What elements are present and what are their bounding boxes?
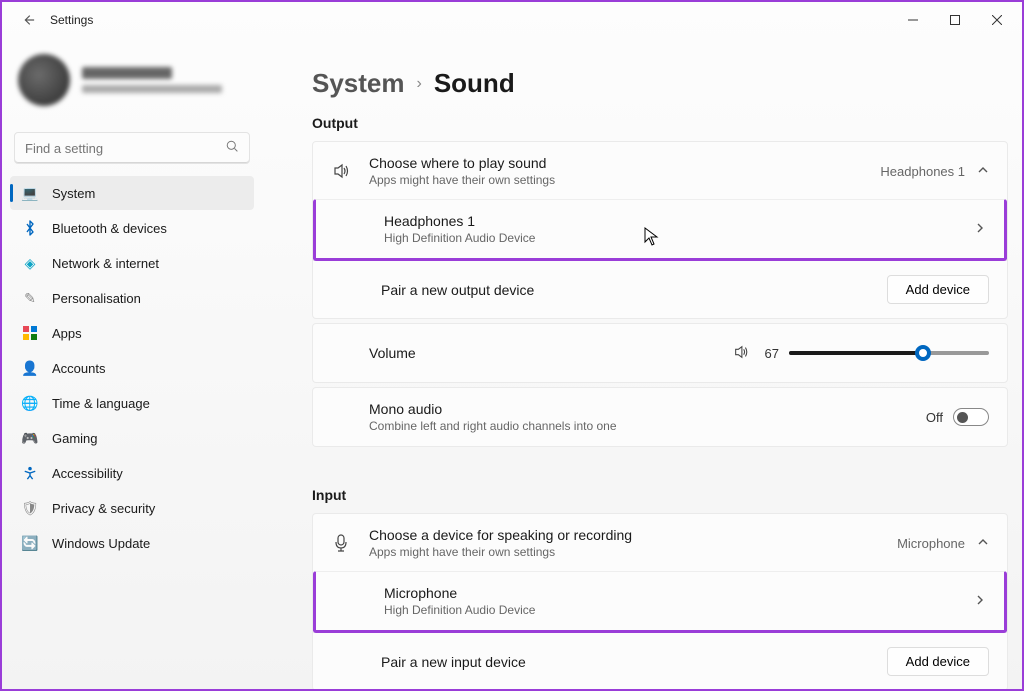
mono-audio-card: Mono audio Combine left and right audio … <box>312 387 1008 447</box>
add-input-device-button[interactable]: Add device <box>887 647 989 676</box>
mono-audio-row[interactable]: Mono audio Combine left and right audio … <box>313 388 1007 446</box>
input-choose-card: Choose a device for speaking or recordin… <box>312 513 1008 689</box>
nav-update[interactable]: 🔄Windows Update <box>10 526 254 560</box>
minimize-button[interactable] <box>892 6 934 34</box>
output-choose-card: Choose where to play sound Apps might ha… <box>312 141 1008 319</box>
output-section-label: Output <box>312 115 1008 131</box>
output-device-row[interactable]: Headphones 1 High Definition Audio Devic… <box>313 199 1007 261</box>
sidebar: 💻System Bluetooth & devices ◈Network & i… <box>2 38 262 689</box>
breadcrumb-parent[interactable]: System <box>312 68 405 99</box>
mono-audio-toggle[interactable] <box>953 408 989 426</box>
update-icon: 🔄 <box>22 535 38 551</box>
speaker-icon <box>331 162 351 180</box>
system-icon: 💻 <box>22 185 38 201</box>
add-output-device-button[interactable]: Add device <box>887 275 989 304</box>
close-button[interactable] <box>976 6 1018 34</box>
nav-bluetooth[interactable]: Bluetooth & devices <box>10 211 254 245</box>
nav-personalisation[interactable]: ✎Personalisation <box>10 281 254 315</box>
chevron-up-icon <box>977 164 989 179</box>
nav-accessibility[interactable]: Accessibility <box>10 456 254 490</box>
nav-privacy[interactable]: 🛡Privacy & security <box>10 491 254 525</box>
person-icon: 👤 <box>22 360 38 376</box>
input-device-row[interactable]: Microphone High Definition Audio Device <box>313 571 1007 633</box>
chevron-up-icon <box>977 536 989 551</box>
brush-icon: ✎ <box>22 290 38 306</box>
output-volume-row: Volume 67 <box>313 324 1007 382</box>
profile-email <box>82 85 222 93</box>
nav-list: 💻System Bluetooth & devices ◈Network & i… <box>10 176 254 560</box>
apps-icon <box>22 325 38 341</box>
chevron-right-icon: › <box>417 75 422 93</box>
bluetooth-icon <box>22 220 38 236</box>
output-choose-row[interactable]: Choose where to play sound Apps might ha… <box>313 142 1007 200</box>
network-icon: ◈ <box>22 255 38 271</box>
gamepad-icon: 🎮 <box>22 430 38 446</box>
chevron-right-icon <box>974 222 986 237</box>
chevron-right-icon <box>974 594 986 609</box>
breadcrumb: System › Sound <box>312 68 1008 99</box>
pair-input-row: Pair a new input device Add device <box>313 632 1007 689</box>
avatar <box>18 54 70 106</box>
window-title: Settings <box>50 13 93 27</box>
input-choose-row[interactable]: Choose a device for speaking or recordin… <box>313 514 1007 572</box>
output-volume-value: 67 <box>757 346 779 361</box>
nav-apps[interactable]: Apps <box>10 316 254 350</box>
nav-time[interactable]: 🌐Time & language <box>10 386 254 420</box>
search-input[interactable] <box>25 141 226 156</box>
search-box[interactable] <box>14 132 250 164</box>
profile-name <box>82 67 172 79</box>
speaker-small-icon[interactable] <box>733 344 749 363</box>
microphone-icon <box>331 534 351 552</box>
nav-system[interactable]: 💻System <box>10 176 254 210</box>
output-volume-slider[interactable] <box>789 351 989 355</box>
titlebar: Settings <box>2 2 1022 38</box>
output-volume-card: Volume 67 <box>312 323 1008 383</box>
nav-gaming[interactable]: 🎮Gaming <box>10 421 254 455</box>
search-icon <box>226 140 239 156</box>
nav-accounts[interactable]: 👤Accounts <box>10 351 254 385</box>
breadcrumb-current: Sound <box>434 68 515 99</box>
nav-network[interactable]: ◈Network & internet <box>10 246 254 280</box>
shield-icon: 🛡 <box>22 500 38 516</box>
back-button[interactable] <box>14 6 42 34</box>
accessibility-icon <box>22 465 38 481</box>
input-section-label: Input <box>312 487 1008 503</box>
main-content: System › Sound Output Choose where to pl… <box>262 38 1022 689</box>
user-profile[interactable] <box>10 44 254 132</box>
pair-output-row: Pair a new output device Add device <box>313 260 1007 318</box>
maximize-button[interactable] <box>934 6 976 34</box>
globe-icon: 🌐 <box>22 395 38 411</box>
mono-toggle-label: Off <box>926 410 943 425</box>
